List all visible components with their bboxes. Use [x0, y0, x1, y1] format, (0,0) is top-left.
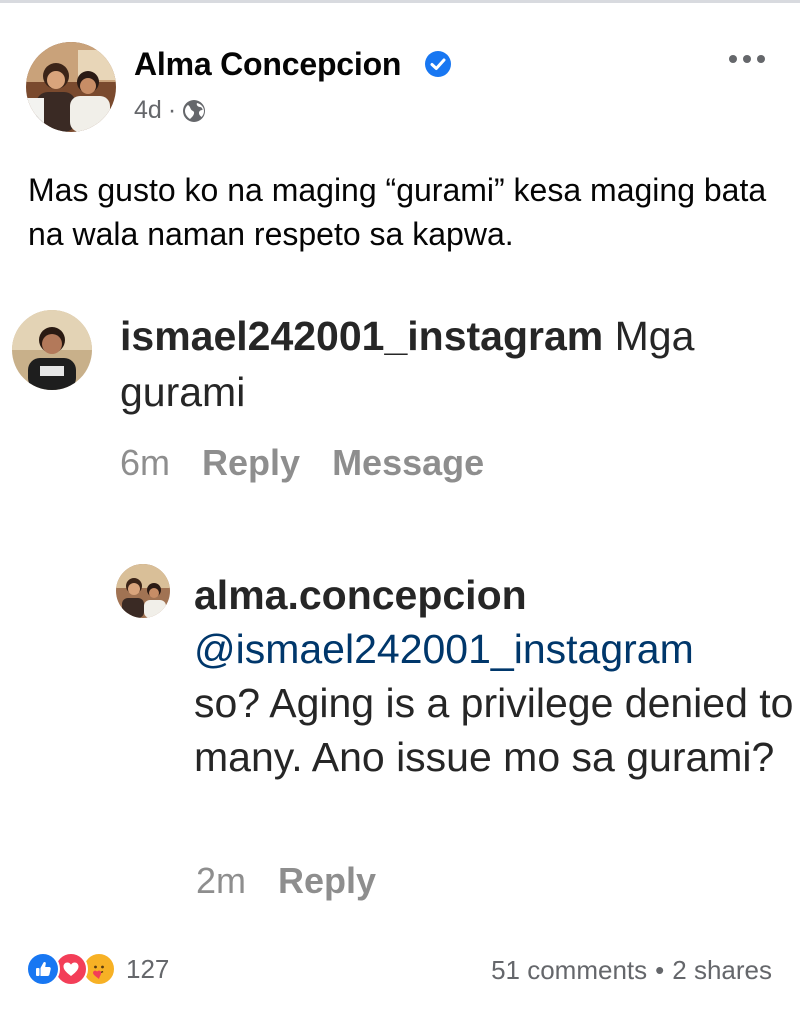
globe-icon — [182, 99, 206, 123]
comment-meta: 6m Reply Message — [120, 442, 484, 484]
post-text: Mas gusto ko na maging “gurami” kesa mag… — [28, 172, 767, 252]
meta-separator: · — [167, 96, 177, 124]
shares-count-link[interactable]: 2 shares — [672, 955, 772, 986]
reply-text: alma.concepcion @ismael242001_instagram … — [194, 568, 794, 784]
commenter-avatar — [12, 310, 92, 390]
author-name[interactable]: Alma Concepcion — [134, 46, 401, 83]
author-avatar[interactable] — [26, 42, 116, 132]
reactions-summary[interactable]: 127 — [26, 952, 169, 986]
reply-button[interactable]: Reply — [202, 442, 300, 484]
message-button[interactable]: Message — [332, 442, 484, 484]
more-options-icon[interactable] — [724, 46, 770, 72]
reply-username[interactable]: alma.concepcion — [194, 568, 794, 622]
post-header: Alma Concepcion 4d · — [26, 42, 776, 134]
verified-badge-icon — [424, 50, 452, 78]
reply-avatar — [116, 564, 170, 618]
comments-count-link[interactable]: 51 comments — [491, 955, 647, 986]
stats-separator: • — [655, 955, 665, 985]
reply-button[interactable]: Reply — [278, 860, 376, 902]
top-divider — [0, 0, 800, 3]
reply-body: so? Aging is a privilege denied to many.… — [194, 680, 794, 780]
comment-text: ismael242001_instagram Mga gurami — [120, 308, 785, 420]
reply-mention[interactable]: @ismael242001_instagram — [194, 622, 794, 676]
comment-time: 6m — [120, 442, 171, 483]
post-timestamp[interactable]: 4d — [134, 96, 162, 125]
reply-time: 2m — [196, 860, 247, 901]
post-meta: 4d · — [134, 96, 206, 125]
comment-username[interactable]: ismael242001_instagram — [120, 313, 603, 359]
post-stats: 51 comments • 2 shares — [491, 955, 772, 986]
like-icon — [26, 952, 60, 986]
reaction-count[interactable]: 127 — [126, 954, 169, 985]
reply-meta: 2m Reply — [196, 860, 376, 902]
